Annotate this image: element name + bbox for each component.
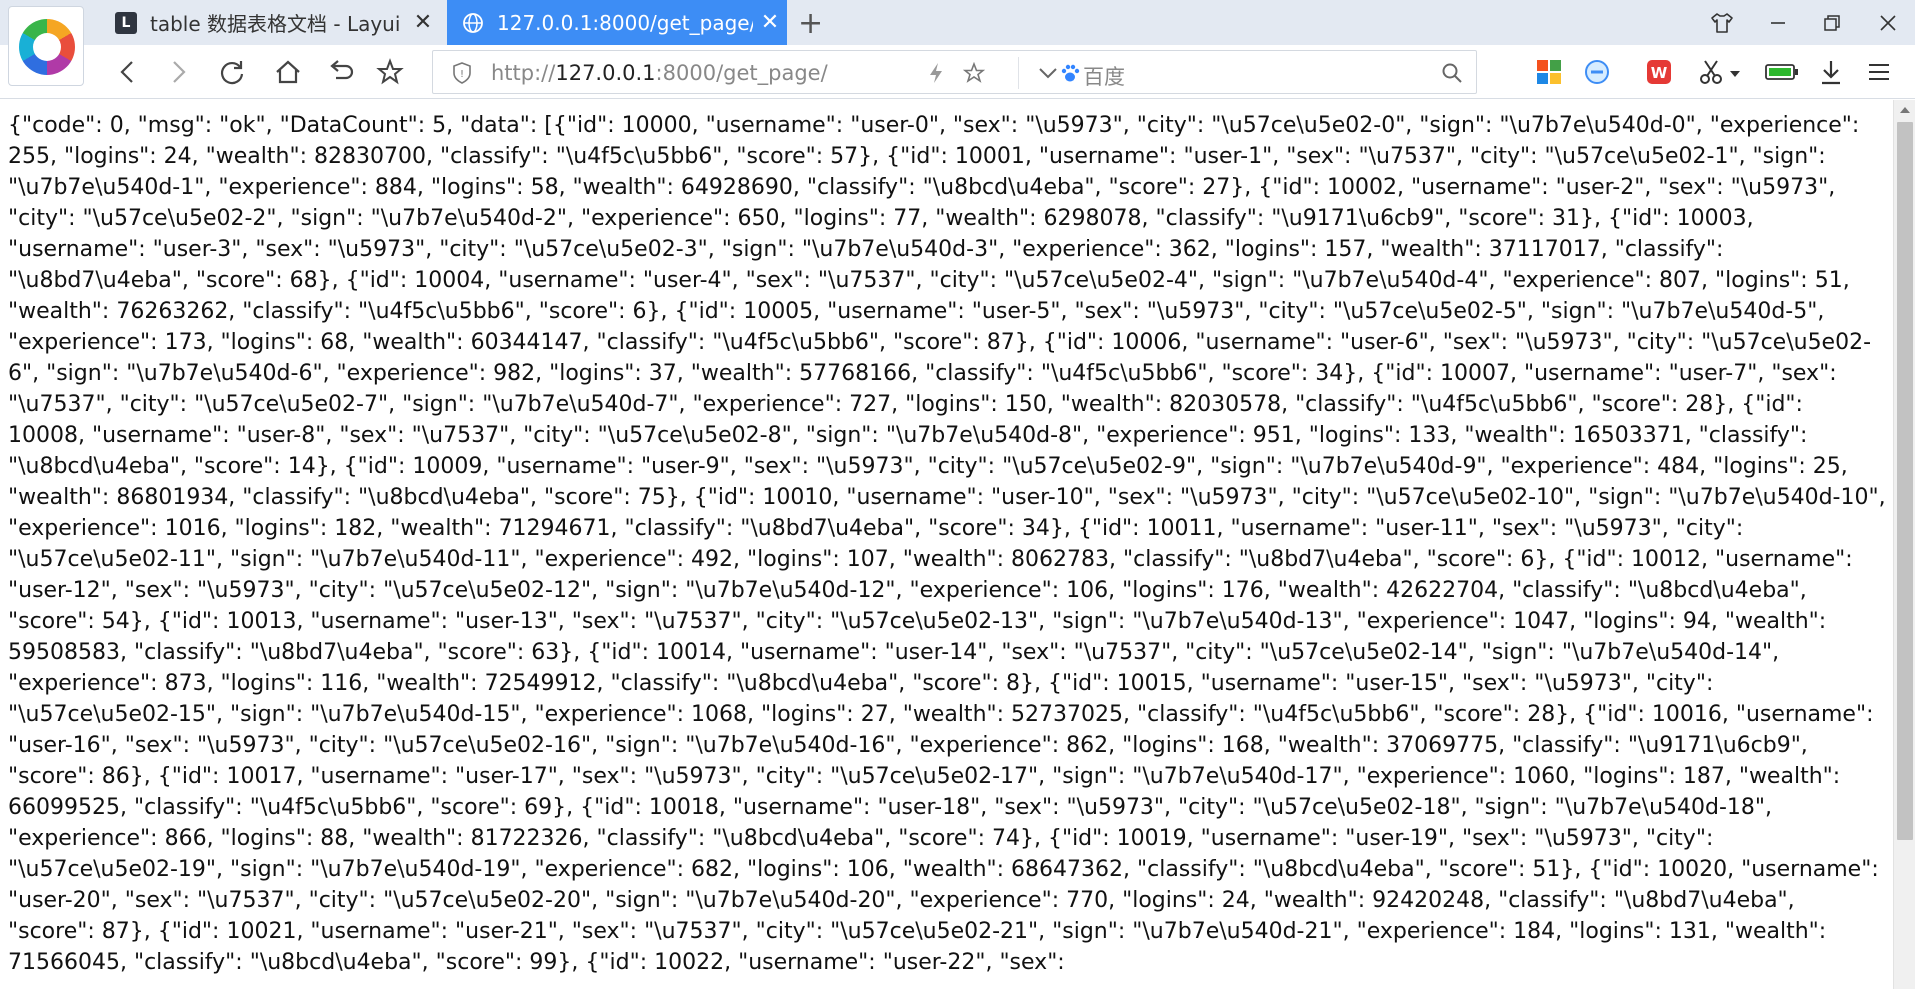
layui-icon: L xyxy=(114,11,138,35)
undo-close-tab-icon[interactable] xyxy=(318,45,362,99)
url-prefix: http:// xyxy=(491,61,556,85)
tab-title: 127.0.0.1:8000/get_page/ xyxy=(497,10,753,35)
tab-title: table 数据表格文档 - Layui xyxy=(150,12,401,36)
new-tab-plus-icon[interactable]: + xyxy=(798,6,823,41)
url-suffix: :8000/get_page/ xyxy=(655,61,828,85)
menu-icon[interactable] xyxy=(1862,55,1896,89)
battery-icon[interactable] xyxy=(1762,55,1802,89)
lightning-icon[interactable] xyxy=(921,59,951,87)
scissors-icon[interactable] xyxy=(1694,55,1728,89)
url-host: 127.0.0.1 xyxy=(555,61,656,85)
favorite-star-icon[interactable] xyxy=(959,59,989,87)
svg-text:W: W xyxy=(1651,64,1668,82)
minimize-icon[interactable] xyxy=(1756,0,1800,45)
adblock-icon[interactable] xyxy=(1580,55,1614,89)
browser-logo[interactable] xyxy=(8,6,84,86)
restore-icon[interactable] xyxy=(1810,0,1854,45)
tab-get-page[interactable]: 127.0.0.1:8000/get_page/ ✕ xyxy=(447,0,787,45)
close-window-icon[interactable] xyxy=(1866,0,1910,45)
search-engine-label[interactable]: 百度 xyxy=(1083,61,1125,91)
url-text[interactable]: http://127.0.0.1:8000/get_page/ xyxy=(491,61,828,85)
scrollbar-thumb[interactable] xyxy=(1897,122,1913,840)
reload-icon[interactable] xyxy=(210,45,254,99)
site-info-shield-icon[interactable]: ! xyxy=(451,61,473,89)
forward-arrow-icon[interactable] xyxy=(156,45,200,99)
baidu-paw-icon xyxy=(1055,59,1085,87)
home-icon[interactable] xyxy=(266,45,310,99)
scissors-dropdown-icon[interactable] xyxy=(1726,57,1744,91)
red-extension-icon[interactable]: W xyxy=(1642,55,1676,89)
globe-icon xyxy=(461,11,485,35)
apps-grid-icon[interactable] xyxy=(1532,55,1566,89)
navigation-toolbar: ! http://127.0.0.1:8000/get_page/ 百度 W xyxy=(0,45,1915,99)
download-icon[interactable] xyxy=(1814,55,1848,89)
tab-strip: L table 数据表格文档 - Layui ✕ 127.0.0.1:8000/… xyxy=(0,0,1915,45)
address-separator xyxy=(1018,57,1019,89)
address-bar[interactable]: ! http://127.0.0.1:8000/get_page/ 百度 xyxy=(432,50,1477,94)
vertical-scrollbar[interactable] xyxy=(1893,100,1915,989)
json-response-text: {"code": 0, "msg": "ok", "DataCount": 5,… xyxy=(8,113,1886,975)
back-arrow-icon[interactable] xyxy=(106,45,150,99)
skin-shirt-icon[interactable] xyxy=(1700,0,1744,45)
bookmark-star-icon[interactable] xyxy=(368,45,412,99)
scroll-up-arrow-icon[interactable] xyxy=(1894,100,1915,120)
page-content: {"code": 0, "msg": "ok", "DataCount": 5,… xyxy=(0,100,1893,989)
svg-text:!: ! xyxy=(460,69,464,80)
close-icon[interactable]: ✕ xyxy=(753,10,787,35)
search-icon[interactable] xyxy=(1437,59,1467,87)
close-icon[interactable]: ✕ xyxy=(406,10,440,35)
tab-layui-docs[interactable]: L table 数据表格文档 - Layui ✕ xyxy=(100,0,440,45)
